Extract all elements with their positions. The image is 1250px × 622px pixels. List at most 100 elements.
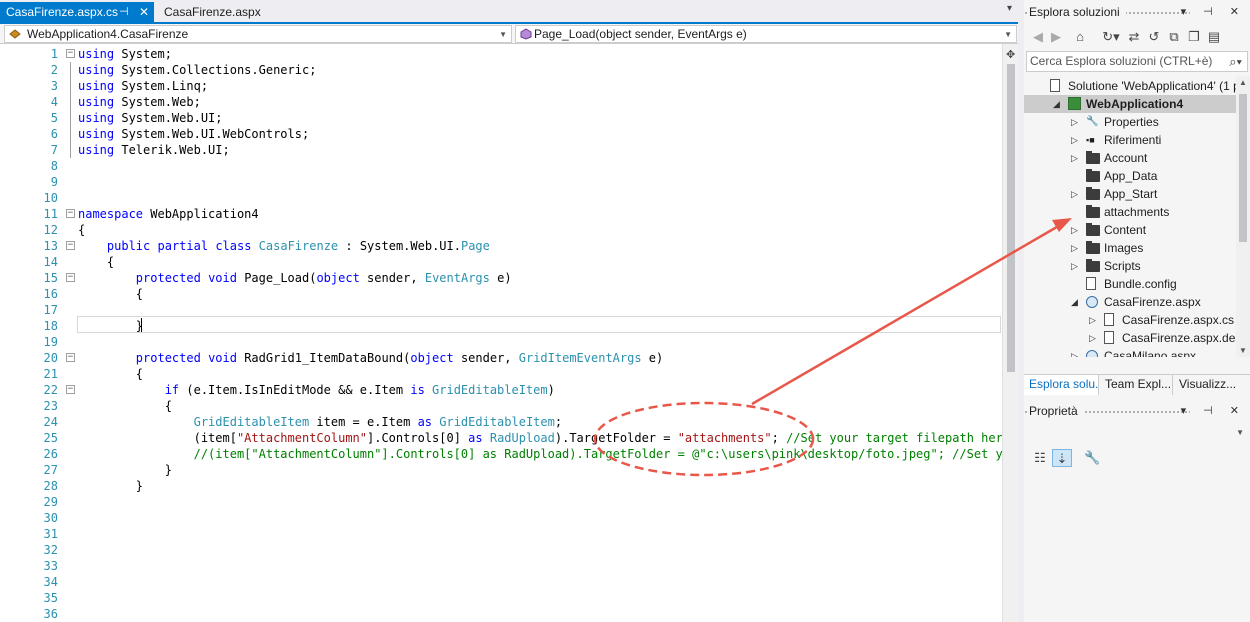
code-line[interactable]: 8	[0, 158, 1002, 174]
code-line[interactable]: 5 using System.Web.UI;	[0, 110, 1002, 126]
collapse-icon[interactable]: −	[66, 209, 75, 218]
code-line[interactable]: 6 using System.Web.UI.WebControls;	[0, 126, 1002, 142]
code-line[interactable]: 35	[0, 590, 1002, 606]
split-icon[interactable]: ✥	[1006, 48, 1015, 61]
tree-scrollbar[interactable]: ▲ ▼	[1236, 76, 1250, 357]
code-line[interactable]: 19	[0, 334, 1002, 350]
tree-item[interactable]: ◢ CasaFirenze.aspx	[1024, 293, 1236, 311]
scroll-down-icon[interactable]: ▼	[1239, 346, 1247, 355]
tree-item[interactable]: ▷ CasaFirenze.aspx.cs	[1024, 311, 1236, 329]
tree-item[interactable]: ◢ WebApplication4	[1024, 95, 1236, 113]
forward-icon[interactable]: ▶	[1048, 28, 1064, 46]
code-line[interactable]: 1− using System;	[0, 46, 1002, 62]
collapse-all-icon[interactable]: ⧉	[1166, 28, 1182, 46]
expand-icon[interactable]: ▷	[1071, 257, 1078, 275]
code-line[interactable]: 14 {	[0, 254, 1002, 270]
code-line[interactable]: 10	[0, 190, 1002, 206]
code-line[interactable]: 32	[0, 542, 1002, 558]
pin-icon[interactable]: ⊣	[119, 2, 129, 22]
home-icon[interactable]: ⌂	[1072, 28, 1088, 46]
search-icon[interactable]: ⌕▾	[1229, 52, 1242, 71]
editor-scrollbar[interactable]: ✥	[1002, 44, 1018, 622]
tree-item[interactable]: ▷ Account	[1024, 149, 1236, 167]
tree-item[interactable]: ▷ Content	[1024, 221, 1236, 239]
expand-icon[interactable]: ▷	[1071, 131, 1078, 149]
expand-icon[interactable]: ▷	[1071, 185, 1078, 203]
expand-icon[interactable]: ▷	[1071, 113, 1078, 131]
code-line[interactable]: 20− protected void RadGrid1_ItemDataBoun…	[0, 350, 1002, 366]
code-line[interactable]: 4 using System.Web;	[0, 94, 1002, 110]
collapse-icon[interactable]: −	[66, 49, 75, 58]
tree-item[interactable]: ▷ Scripts	[1024, 257, 1236, 275]
scroll-up-icon[interactable]: ▲	[1239, 78, 1247, 87]
tab-class-view[interactable]: Visualizz...	[1174, 375, 1250, 395]
tab-team-explorer[interactable]: Team Expl...	[1100, 375, 1173, 395]
wrench-icon[interactable]: 🔧	[1084, 449, 1100, 467]
class-dropdown[interactable]: WebApplication4.CasaFirenze ▼	[4, 25, 512, 43]
history-icon[interactable]: ↻▾	[1100, 28, 1122, 46]
tab-casafirenze-aspx-cs[interactable]: CasaFirenze.aspx.cs ⊣ ✕	[0, 2, 154, 22]
code-line[interactable]: 25 (item["AttachmentColumn"].Controls[0]…	[0, 430, 1002, 446]
expand-icon[interactable]: ▷	[1071, 221, 1078, 239]
code-line[interactable]: 26 //(item["AttachmentColumn"].Controls[…	[0, 446, 1002, 462]
code-line[interactable]: 21 {	[0, 366, 1002, 382]
code-line[interactable]: 7 using Telerik.Web.UI;	[0, 142, 1002, 158]
categorized-icon[interactable]: ☷	[1032, 449, 1048, 467]
code-line[interactable]: 15− protected void Page_Load(object send…	[0, 270, 1002, 286]
code-line[interactable]: 36	[0, 606, 1002, 622]
member-dropdown[interactable]: Page_Load(object sender, EventArgs e) ▼	[515, 25, 1017, 43]
panel-controls[interactable]: ▾ ⊣ ✕	[1181, 1, 1246, 23]
code-line[interactable]: 28 }	[0, 478, 1002, 494]
code-line[interactable]: 3 using System.Linq;	[0, 78, 1002, 94]
code-line[interactable]: 29	[0, 494, 1002, 510]
code-line[interactable]: 27 }	[0, 462, 1002, 478]
show-all-files-icon[interactable]: ❐	[1186, 28, 1202, 46]
tree-item[interactable]: ▷ CasaFirenze.aspx.desig	[1024, 329, 1236, 347]
collapse-icon[interactable]: −	[66, 385, 75, 394]
tab-overflow-icon[interactable]: ▾	[1007, 3, 1012, 14]
collapse-icon[interactable]: ◢	[1053, 95, 1060, 113]
code-line[interactable]: 11− namespace WebApplication4	[0, 206, 1002, 222]
tree-item[interactable]: ▷ CasaMilano.aspx	[1024, 347, 1236, 357]
code-line[interactable]: 23 {	[0, 398, 1002, 414]
tree-item[interactable]: ▷ App_Start	[1024, 185, 1236, 203]
expand-icon[interactable]: ▷	[1071, 347, 1078, 357]
tree-item[interactable]: ▷ ▪■ Riferimenti	[1024, 131, 1236, 149]
code-line[interactable]: 22− if (e.Item.IsInEditMode && e.Item is…	[0, 382, 1002, 398]
panel-controls[interactable]: ▾ ⊣ ✕	[1181, 400, 1246, 422]
expand-icon[interactable]: ▷	[1071, 239, 1078, 257]
collapse-icon[interactable]: ◢	[1071, 293, 1078, 311]
scrollbar-thumb[interactable]	[1007, 64, 1015, 372]
code-line[interactable]: 33	[0, 558, 1002, 574]
alphabetical-icon[interactable]: ⇣	[1052, 449, 1072, 467]
code-line[interactable]: 13− public partial class CasaFirenze : S…	[0, 238, 1002, 254]
sync-icon[interactable]: ⇄	[1126, 28, 1142, 46]
expand-icon[interactable]: ▷	[1089, 329, 1096, 347]
code-line[interactable]: 30	[0, 510, 1002, 526]
properties-object-dropdown[interactable]: ▼	[1026, 424, 1248, 444]
code-line[interactable]: 34	[0, 574, 1002, 590]
tree-item[interactable]: ▷ Images	[1024, 239, 1236, 257]
code-line[interactable]: 17	[0, 302, 1002, 318]
solution-tree[interactable]: Solutione 'WebApplication4' (1 p ◢ WebAppl…	[1024, 76, 1236, 357]
code-line[interactable]: 9	[0, 174, 1002, 190]
back-icon[interactable]: ◀	[1030, 28, 1046, 46]
code-line[interactable]: 2 using System.Collections.Generic;	[0, 62, 1002, 78]
code-line[interactable]: 18 }	[0, 318, 1002, 334]
scrollbar-thumb[interactable]	[1239, 94, 1247, 242]
tab-solution-explorer[interactable]: Esplora solu...	[1024, 375, 1099, 395]
expand-icon[interactable]: ▷	[1071, 149, 1078, 167]
collapse-icon[interactable]: −	[66, 353, 75, 362]
tab-casafirenze-aspx[interactable]: CasaFirenze.aspx	[158, 2, 261, 22]
code-area[interactable]: 1− using System; 2 using System.Collections…	[0, 44, 1002, 622]
tree-item[interactable]: Bundle.config	[1024, 275, 1236, 293]
tree-item[interactable]: App_Data	[1024, 167, 1236, 185]
collapse-icon[interactable]: −	[66, 241, 75, 250]
code-line[interactable]: 12 {	[0, 222, 1002, 238]
tree-item[interactable]: ▷ 🔧 Properties	[1024, 113, 1236, 131]
solution-explorer-search-input[interactable]: Cerca Esplora soluzioni (CTRL+è) ⌕▾	[1026, 51, 1248, 72]
code-line[interactable]: 16 {	[0, 286, 1002, 302]
properties-icon[interactable]: ▤	[1206, 28, 1222, 46]
collapse-icon[interactable]: −	[66, 273, 75, 282]
expand-icon[interactable]: ▷	[1089, 311, 1096, 329]
